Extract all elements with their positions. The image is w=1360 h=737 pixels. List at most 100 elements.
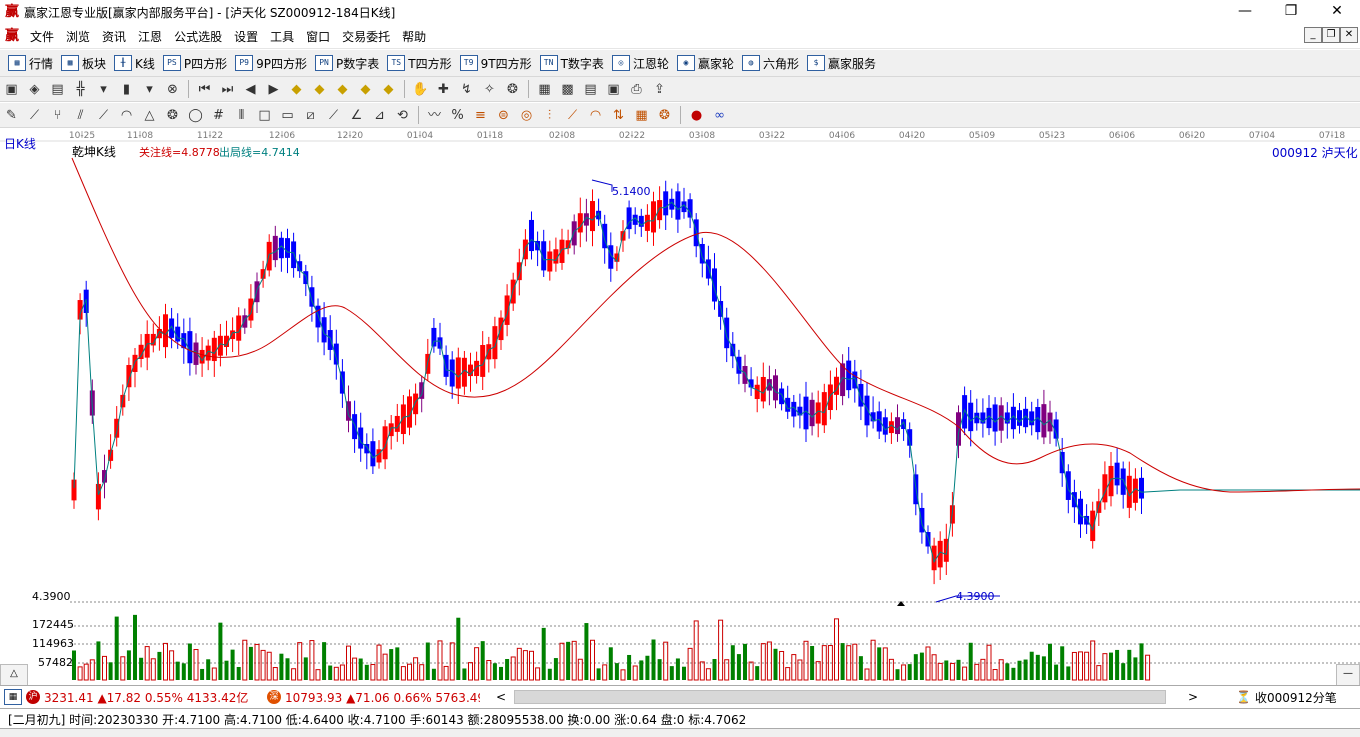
retrace-icon[interactable]: ≡: [472, 107, 489, 124]
maximize-button[interactable]: ❐: [1268, 0, 1314, 24]
ticker-scroll-left-button[interactable]: <: [496, 690, 508, 704]
collapse-panel-button[interactable]: △: [0, 664, 28, 686]
toolbar-grid-button[interactable]: ▦ 行情: [8, 55, 53, 72]
crosshair-icon[interactable]: ✚: [435, 81, 452, 98]
ticker-scrollbar[interactable]: [514, 690, 1166, 704]
fib-spiral-icon[interactable]: ❂: [656, 107, 673, 124]
grid-lines-icon[interactable]: #: [210, 107, 227, 124]
save-icon[interactable]: ▣: [605, 81, 622, 98]
menu-tools[interactable]: 工具: [264, 28, 300, 45]
ticker-menu-icon[interactable]: ▦: [4, 689, 22, 705]
percent-icon[interactable]: %: [449, 107, 466, 124]
kline-chart-area[interactable]: 10-25 11-08 11-22 12-06 12-20 01-04 01-18 02-08…: [0, 128, 1360, 684]
tick-detail-label[interactable]: 收000912分笔: [1255, 689, 1337, 706]
fib-time-icon[interactable]: ⫶: [541, 107, 558, 124]
panel-minus-button[interactable]: —: [1336, 664, 1360, 686]
toolbar-pn-button[interactable]: PN P数字表: [315, 55, 379, 72]
close-button[interactable]: ✕: [1314, 0, 1360, 24]
fan-icon[interactable]: ✧: [481, 81, 498, 98]
cross-out-icon[interactable]: ⊗: [164, 81, 181, 98]
fib-circle-icon[interactable]: ◎: [518, 107, 535, 124]
menu-info[interactable]: 资讯: [96, 28, 132, 45]
toolbar-ps-button[interactable]: PS P四方形: [162, 55, 227, 72]
spiral-icon[interactable]: ❂: [504, 81, 521, 98]
toolbar-ts-button[interactable]: TS T四方形: [387, 55, 452, 72]
toolbar-hexagon-button[interactable]: ◍ 六角形: [741, 55, 799, 72]
arc-icon[interactable]: ◠: [118, 107, 135, 124]
infinity-icon[interactable]: ∞: [711, 107, 728, 124]
calculator-icon[interactable]: ▩: [559, 81, 576, 98]
angle-icon[interactable]: ∠: [348, 107, 365, 124]
fib-fan-icon[interactable]: ⟋: [564, 107, 581, 124]
channel-icon[interactable]: ⧄: [302, 107, 319, 124]
fib-icon[interactable]: ⊜: [495, 107, 512, 124]
menu-settings[interactable]: 设置: [228, 28, 264, 45]
mdi-close-button[interactable]: ✕: [1340, 27, 1358, 43]
fib-arc-icon[interactable]: ◠: [587, 107, 604, 124]
ticker-scroll-right-button[interactable]: >: [1188, 690, 1200, 704]
speed-lines-icon[interactable]: ⟋: [325, 107, 342, 124]
diamond-up-icon[interactable]: ◆: [334, 81, 351, 98]
box-icon[interactable]: ▭: [279, 107, 296, 124]
chevron-down-icon[interactable]: ▾: [95, 81, 112, 98]
shanghai-index-value[interactable]: 3231.41 ▲17.82 0.55% 4133.42亿: [44, 689, 249, 706]
menu-gann[interactable]: 江恩: [132, 28, 168, 45]
fan-lines-icon[interactable]: ⟋: [95, 107, 112, 124]
move-right-icon[interactable]: ▶: [265, 81, 282, 98]
menu-trade[interactable]: 交易委托: [336, 28, 396, 45]
toolbar-t9-button[interactable]: T9 9T四方形: [459, 55, 532, 72]
time-zones-icon[interactable]: ⦀: [233, 107, 250, 124]
cycle-icon[interactable]: ⟲: [394, 107, 411, 124]
printer-icon[interactable]: ⎙: [628, 81, 645, 98]
export-icon[interactable]: ⇪: [651, 81, 668, 98]
gann-angle-icon[interactable]: ⊿: [371, 107, 388, 124]
menu-file[interactable]: 文件: [24, 28, 60, 45]
mdi-app-icon[interactable]: 赢: [4, 28, 20, 44]
toolbar-blocks-button[interactable]: ▩ 板块: [61, 55, 106, 72]
toolbar-gann-wheel-button[interactable]: ◎ 江恩轮: [611, 55, 669, 72]
fib-grid-icon[interactable]: ▦: [633, 107, 650, 124]
toolbar-candles-button[interactable]: ╫ K线: [114, 55, 155, 72]
document-icon[interactable]: ▤: [49, 81, 66, 98]
trend-lines-icon[interactable]: ⟋: [26, 107, 43, 124]
pencil-icon[interactable]: ✎: [3, 107, 20, 124]
menu-help[interactable]: 帮助: [396, 28, 432, 45]
parallel-icon[interactable]: ⫽: [72, 107, 89, 124]
toolbar-dollar-button[interactable]: $ 赢家服务: [806, 55, 876, 72]
toolbar-tn-button[interactable]: TN T数字表: [539, 55, 604, 72]
square-icon[interactable]: □: [256, 107, 273, 124]
toolbar-winner-wheel-button[interactable]: ◉ 赢家轮: [676, 55, 734, 72]
mdi-restore-button[interactable]: ❐: [1322, 27, 1340, 43]
menu-formula[interactable]: 公式选股: [168, 28, 228, 45]
mdi-minimize-button[interactable]: _: [1304, 27, 1322, 43]
kline-chart[interactable]: 10-25 11-08 11-22 12-06 12-20 01-04 01-18 02-08…: [0, 128, 1360, 684]
fib-ext-icon[interactable]: ⇅: [610, 107, 627, 124]
period-menu-icon[interactable]: ▣: [3, 81, 20, 98]
spiral-icon[interactable]: ❂: [164, 107, 181, 124]
toolbar-p9-button[interactable]: P9 9P四方形: [235, 55, 307, 72]
last-page-icon[interactable]: ⏭: [219, 81, 236, 98]
diamond-left-icon[interactable]: ◆: [288, 81, 305, 98]
triangle-icon[interactable]: △: [141, 107, 158, 124]
menu-window[interactable]: 窗口: [300, 28, 336, 45]
diamond-down-icon[interactable]: ◆: [357, 81, 374, 98]
table-icon[interactable]: ▤: [582, 81, 599, 98]
ball-icon[interactable]: ●: [688, 107, 705, 124]
shenzhen-index-value[interactable]: 10793.93 ▲71.06 0.66% 5763.49亿: [285, 689, 480, 706]
diamond-alt-icon[interactable]: ◆: [380, 81, 397, 98]
zigzag-icon[interactable]: ↯: [458, 81, 475, 98]
fork-icon[interactable]: ⑂: [49, 107, 66, 124]
wave-icon[interactable]: 〰: [426, 107, 443, 124]
hand-icon[interactable]: ✋: [412, 81, 429, 98]
calendar-icon[interactable]: ▦: [536, 81, 553, 98]
bar-mode-icon[interactable]: ▮: [118, 81, 135, 98]
menu-browse[interactable]: 浏览: [60, 28, 96, 45]
diamond-right-icon[interactable]: ◆: [311, 81, 328, 98]
candle-mode-icon[interactable]: ╬: [72, 81, 89, 98]
first-page-icon[interactable]: ⏮: [196, 81, 213, 98]
move-left-icon[interactable]: ◀: [242, 81, 259, 98]
minimize-button[interactable]: —: [1222, 0, 1268, 24]
gann-fan-icon[interactable]: ◈: [26, 81, 43, 98]
circle-icon[interactable]: ◯: [187, 107, 204, 124]
chevron-down-icon[interactable]: ▾: [141, 81, 158, 98]
